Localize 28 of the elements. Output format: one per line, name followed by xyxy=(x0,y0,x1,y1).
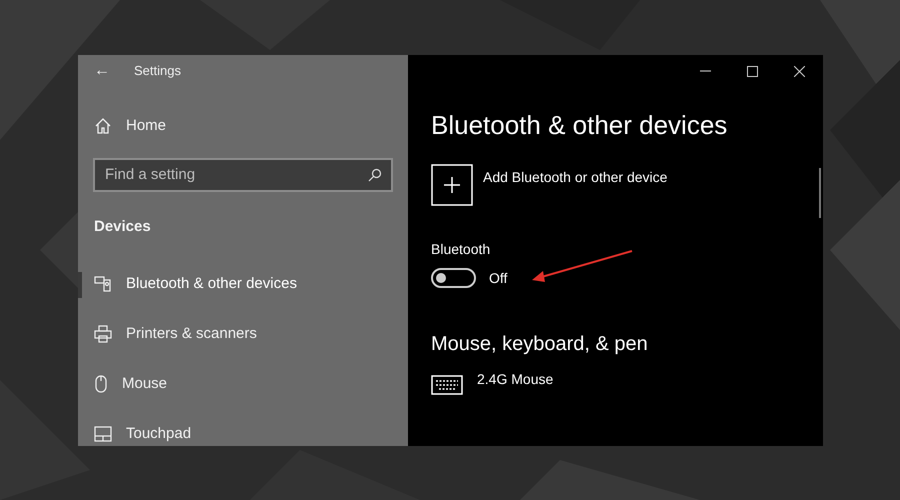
scrollbar[interactable] xyxy=(819,168,821,218)
toggle-state: Off xyxy=(489,268,508,288)
mouse-icon xyxy=(94,375,108,393)
home-link[interactable]: Home xyxy=(94,115,166,138)
keyboard-icon xyxy=(431,374,463,394)
minimize-icon xyxy=(700,70,711,72)
add-device-button[interactable]: Add Bluetooth or other device xyxy=(431,164,668,206)
section-heading: Mouse, keyboard, & pen xyxy=(431,332,649,356)
search-icon xyxy=(368,168,382,182)
sidebar-item[interactable]: Mouse xyxy=(94,372,168,396)
plus-icon xyxy=(431,164,473,206)
back-button[interactable]: ← xyxy=(94,63,110,79)
sidebar-item[interactable]: Printers & scanners xyxy=(94,322,257,346)
home-icon xyxy=(94,117,112,136)
search-field[interactable]: Find a setting xyxy=(93,158,393,192)
printer-icon xyxy=(94,325,112,343)
section-heading: Devices xyxy=(94,216,152,236)
window-title: Settings xyxy=(134,62,181,80)
device-item[interactable]: 2.4G Mouse xyxy=(431,368,554,394)
sidebar-item[interactable]: Touchpad xyxy=(94,422,192,446)
page-heading: Bluetooth & other devices xyxy=(431,109,728,142)
close-icon xyxy=(794,66,805,76)
toggle-label: Bluetooth xyxy=(431,240,492,258)
sidebar-item[interactable]: Bluetooth & other devices xyxy=(94,272,297,296)
devices-icon xyxy=(94,275,112,293)
touchpad-icon xyxy=(94,426,112,442)
bluetooth-toggle[interactable] xyxy=(431,268,476,288)
maximize-icon xyxy=(747,66,758,76)
